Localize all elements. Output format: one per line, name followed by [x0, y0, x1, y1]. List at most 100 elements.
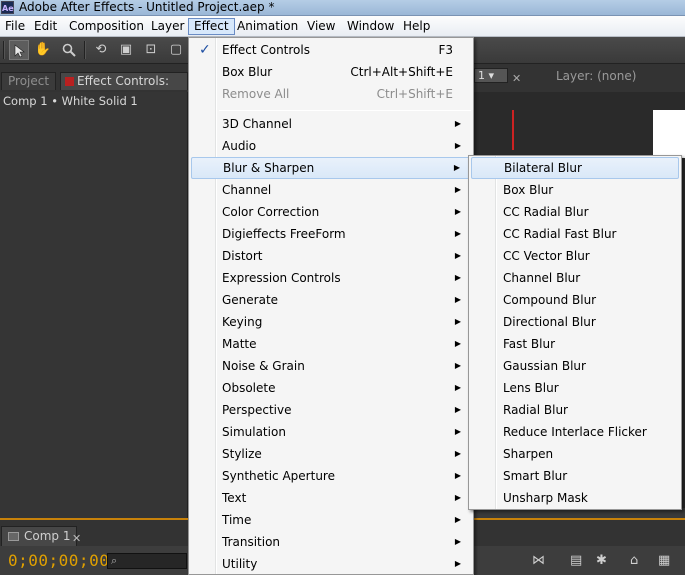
submenu-item-sharpen[interactable]: Sharpen: [471, 443, 679, 465]
menu-bar: File Edit Composition Layer Effect Anima…: [0, 16, 685, 37]
submenu-item-smart-blur[interactable]: Smart Blur: [471, 465, 679, 487]
submenu-item-compound-blur[interactable]: Compound Blur: [471, 289, 679, 311]
menu-item-box-blur[interactable]: Box Blur Ctrl+Alt+Shift+E: [191, 61, 471, 83]
menu-item-label: Generate: [222, 293, 279, 307]
app-icon: Ae: [1, 1, 14, 14]
hand-tool-icon[interactable]: ✋: [33, 40, 53, 60]
white-solid-layer[interactable]: [653, 110, 685, 158]
submenu-item-channel-blur[interactable]: Channel Blur: [471, 267, 679, 289]
menu-item-synthetic-aperture[interactable]: Synthetic Aperture ▶: [191, 465, 471, 487]
submenu-arrow-icon: ▶: [454, 405, 461, 414]
submenu-item-fast-blur[interactable]: Fast Blur: [471, 333, 679, 355]
menu-item-perspective[interactable]: Perspective ▶: [191, 399, 471, 421]
menu-composition[interactable]: Composition: [64, 18, 149, 35]
submenu-arrow-icon: ▶: [454, 493, 461, 502]
submenu-item-cc-vector-blur[interactable]: CC Vector Blur: [471, 245, 679, 267]
menu-separator: [219, 110, 471, 111]
close-icon[interactable]: ✕: [512, 72, 521, 85]
submenu-arrow-icon: ▶: [454, 427, 461, 436]
tab-effect-controls[interactable]: Effect Controls:: [60, 72, 188, 90]
menu-item-expression-controls[interactable]: Expression Controls ▶: [191, 267, 471, 289]
submenu-item-directional-blur[interactable]: Directional Blur: [471, 311, 679, 333]
effect-controls-panel: Comp 1 • White Solid 1: [0, 92, 188, 518]
menu-item-label: Time: [222, 513, 252, 527]
motion-blur-icon[interactable]: ✱: [596, 553, 607, 569]
submenu-item-lens-blur[interactable]: Lens Blur: [471, 377, 679, 399]
submenu-item-label: Unsharp Mask: [503, 491, 588, 505]
draft-3d-icon[interactable]: ▤: [570, 553, 582, 569]
menu-item-label: Text: [222, 491, 247, 505]
submenu-arrow-icon: ▶: [454, 361, 461, 370]
menu-item-distort[interactable]: Distort ▶: [191, 245, 471, 267]
submenu-item-label: Fast Blur: [503, 337, 556, 351]
menu-item-blur-sharpen[interactable]: Blur & Sharpen ▶: [191, 157, 471, 179]
submenu-arrow-icon: ▶: [454, 141, 461, 150]
menu-item-channel[interactable]: Channel ▶: [191, 179, 471, 201]
submenu-item-label: CC Radial Blur: [503, 205, 589, 219]
menu-item-digieffects-freeform[interactable]: Digieffects FreeForm ▶: [191, 223, 471, 245]
menu-item-noise-grain[interactable]: Noise & Grain ▶: [191, 355, 471, 377]
composition-mini-flowchart-icon[interactable]: ⋈: [532, 553, 545, 569]
frame-blending-icon[interactable]: ▦: [658, 553, 670, 569]
menu-item-label: Simulation: [222, 425, 286, 439]
menu-item-time[interactable]: Time ▶: [191, 509, 471, 531]
submenu-arrow-icon: ▶: [453, 163, 460, 172]
menu-effect[interactable]: Effect: [188, 18, 235, 35]
submenu-item-label: Lens Blur: [503, 381, 559, 395]
comp-viewer-dropdown[interactable]: 1 ▾: [474, 68, 508, 83]
timeline-search-input[interactable]: ⌕: [107, 553, 187, 569]
tab-comp-1[interactable]: Comp 1: [1, 526, 78, 546]
menu-animation[interactable]: Animation: [232, 18, 303, 35]
camera-tool-icon[interactable]: ▣: [116, 40, 136, 60]
close-icon[interactable]: ✕: [72, 532, 81, 545]
menu-item-label: Perspective: [222, 403, 292, 417]
submenu-item-bilateral-blur[interactable]: Bilateral Blur: [471, 157, 679, 179]
menu-item-keying[interactable]: Keying ▶: [191, 311, 471, 333]
submenu-item-radial-blur[interactable]: Radial Blur: [471, 399, 679, 421]
menu-help[interactable]: Help: [398, 18, 435, 35]
submenu-item-box-blur[interactable]: Box Blur: [471, 179, 679, 201]
tab-effect-controls-label: Effect Controls:: [77, 74, 170, 88]
menu-item-stylize[interactable]: Stylize ▶: [191, 443, 471, 465]
submenu-item-reduce-interlace-flicker[interactable]: Reduce Interlace Flicker: [471, 421, 679, 443]
mask-tool-icon[interactable]: ▢: [166, 40, 186, 60]
menu-edit[interactable]: Edit: [29, 18, 62, 35]
tab-comp-1-label: Comp 1: [24, 529, 71, 543]
menu-item-simulation[interactable]: Simulation ▶: [191, 421, 471, 443]
rotate-tool-icon[interactable]: ⟲: [91, 40, 111, 60]
submenu-item-cc-radial-blur[interactable]: CC Radial Blur: [471, 201, 679, 223]
lock-icon[interactable]: [65, 77, 74, 86]
submenu-arrow-icon: ▶: [454, 383, 461, 392]
checkmark-icon: ✓: [199, 42, 211, 58]
menu-item-matte[interactable]: Matte ▶: [191, 333, 471, 355]
submenu-item-unsharp-mask[interactable]: Unsharp Mask: [471, 487, 679, 509]
submenu-item-cc-radial-fast-blur[interactable]: CC Radial Fast Blur: [471, 223, 679, 245]
submenu-item-gaussian-blur[interactable]: Gaussian Blur: [471, 355, 679, 377]
menu-window[interactable]: Window: [342, 18, 399, 35]
menu-item-utility[interactable]: Utility ▶: [191, 553, 471, 575]
menu-item-transition[interactable]: Transition ▶: [191, 531, 471, 553]
menu-file[interactable]: File: [0, 18, 30, 35]
menu-item-effect-controls[interactable]: ✓ Effect Controls F3: [191, 39, 471, 61]
graph-editor-icon[interactable]: ⌂: [630, 553, 638, 569]
submenu-arrow-icon: ▶: [454, 295, 461, 304]
menu-layer[interactable]: Layer: [146, 18, 189, 35]
menu-item-label: Blur & Sharpen: [223, 161, 315, 175]
submenu-arrow-icon: ▶: [454, 251, 461, 260]
menu-item-3d-channel[interactable]: 3D Channel ▶: [191, 113, 471, 135]
submenu-item-label: Directional Blur: [503, 315, 596, 329]
submenu-item-label: CC Vector Blur: [503, 249, 590, 263]
menu-item-color-correction[interactable]: Color Correction ▶: [191, 201, 471, 223]
current-timecode[interactable]: 0;00;00;00: [8, 551, 109, 570]
menu-item-obsolete[interactable]: Obsolete ▶: [191, 377, 471, 399]
pan-behind-tool-icon[interactable]: ⊡: [141, 40, 161, 60]
menu-item-generate[interactable]: Generate ▶: [191, 289, 471, 311]
tab-project[interactable]: Project: [1, 72, 56, 90]
menu-item-text[interactable]: Text ▶: [191, 487, 471, 509]
menu-view[interactable]: View: [302, 18, 340, 35]
submenu-arrow-icon: ▶: [454, 537, 461, 546]
layer-panel-label[interactable]: Layer: (none): [556, 69, 636, 83]
selection-tool-icon[interactable]: [9, 40, 29, 60]
zoom-tool-icon[interactable]: [59, 40, 79, 60]
menu-item-audio[interactable]: Audio ▶: [191, 135, 471, 157]
